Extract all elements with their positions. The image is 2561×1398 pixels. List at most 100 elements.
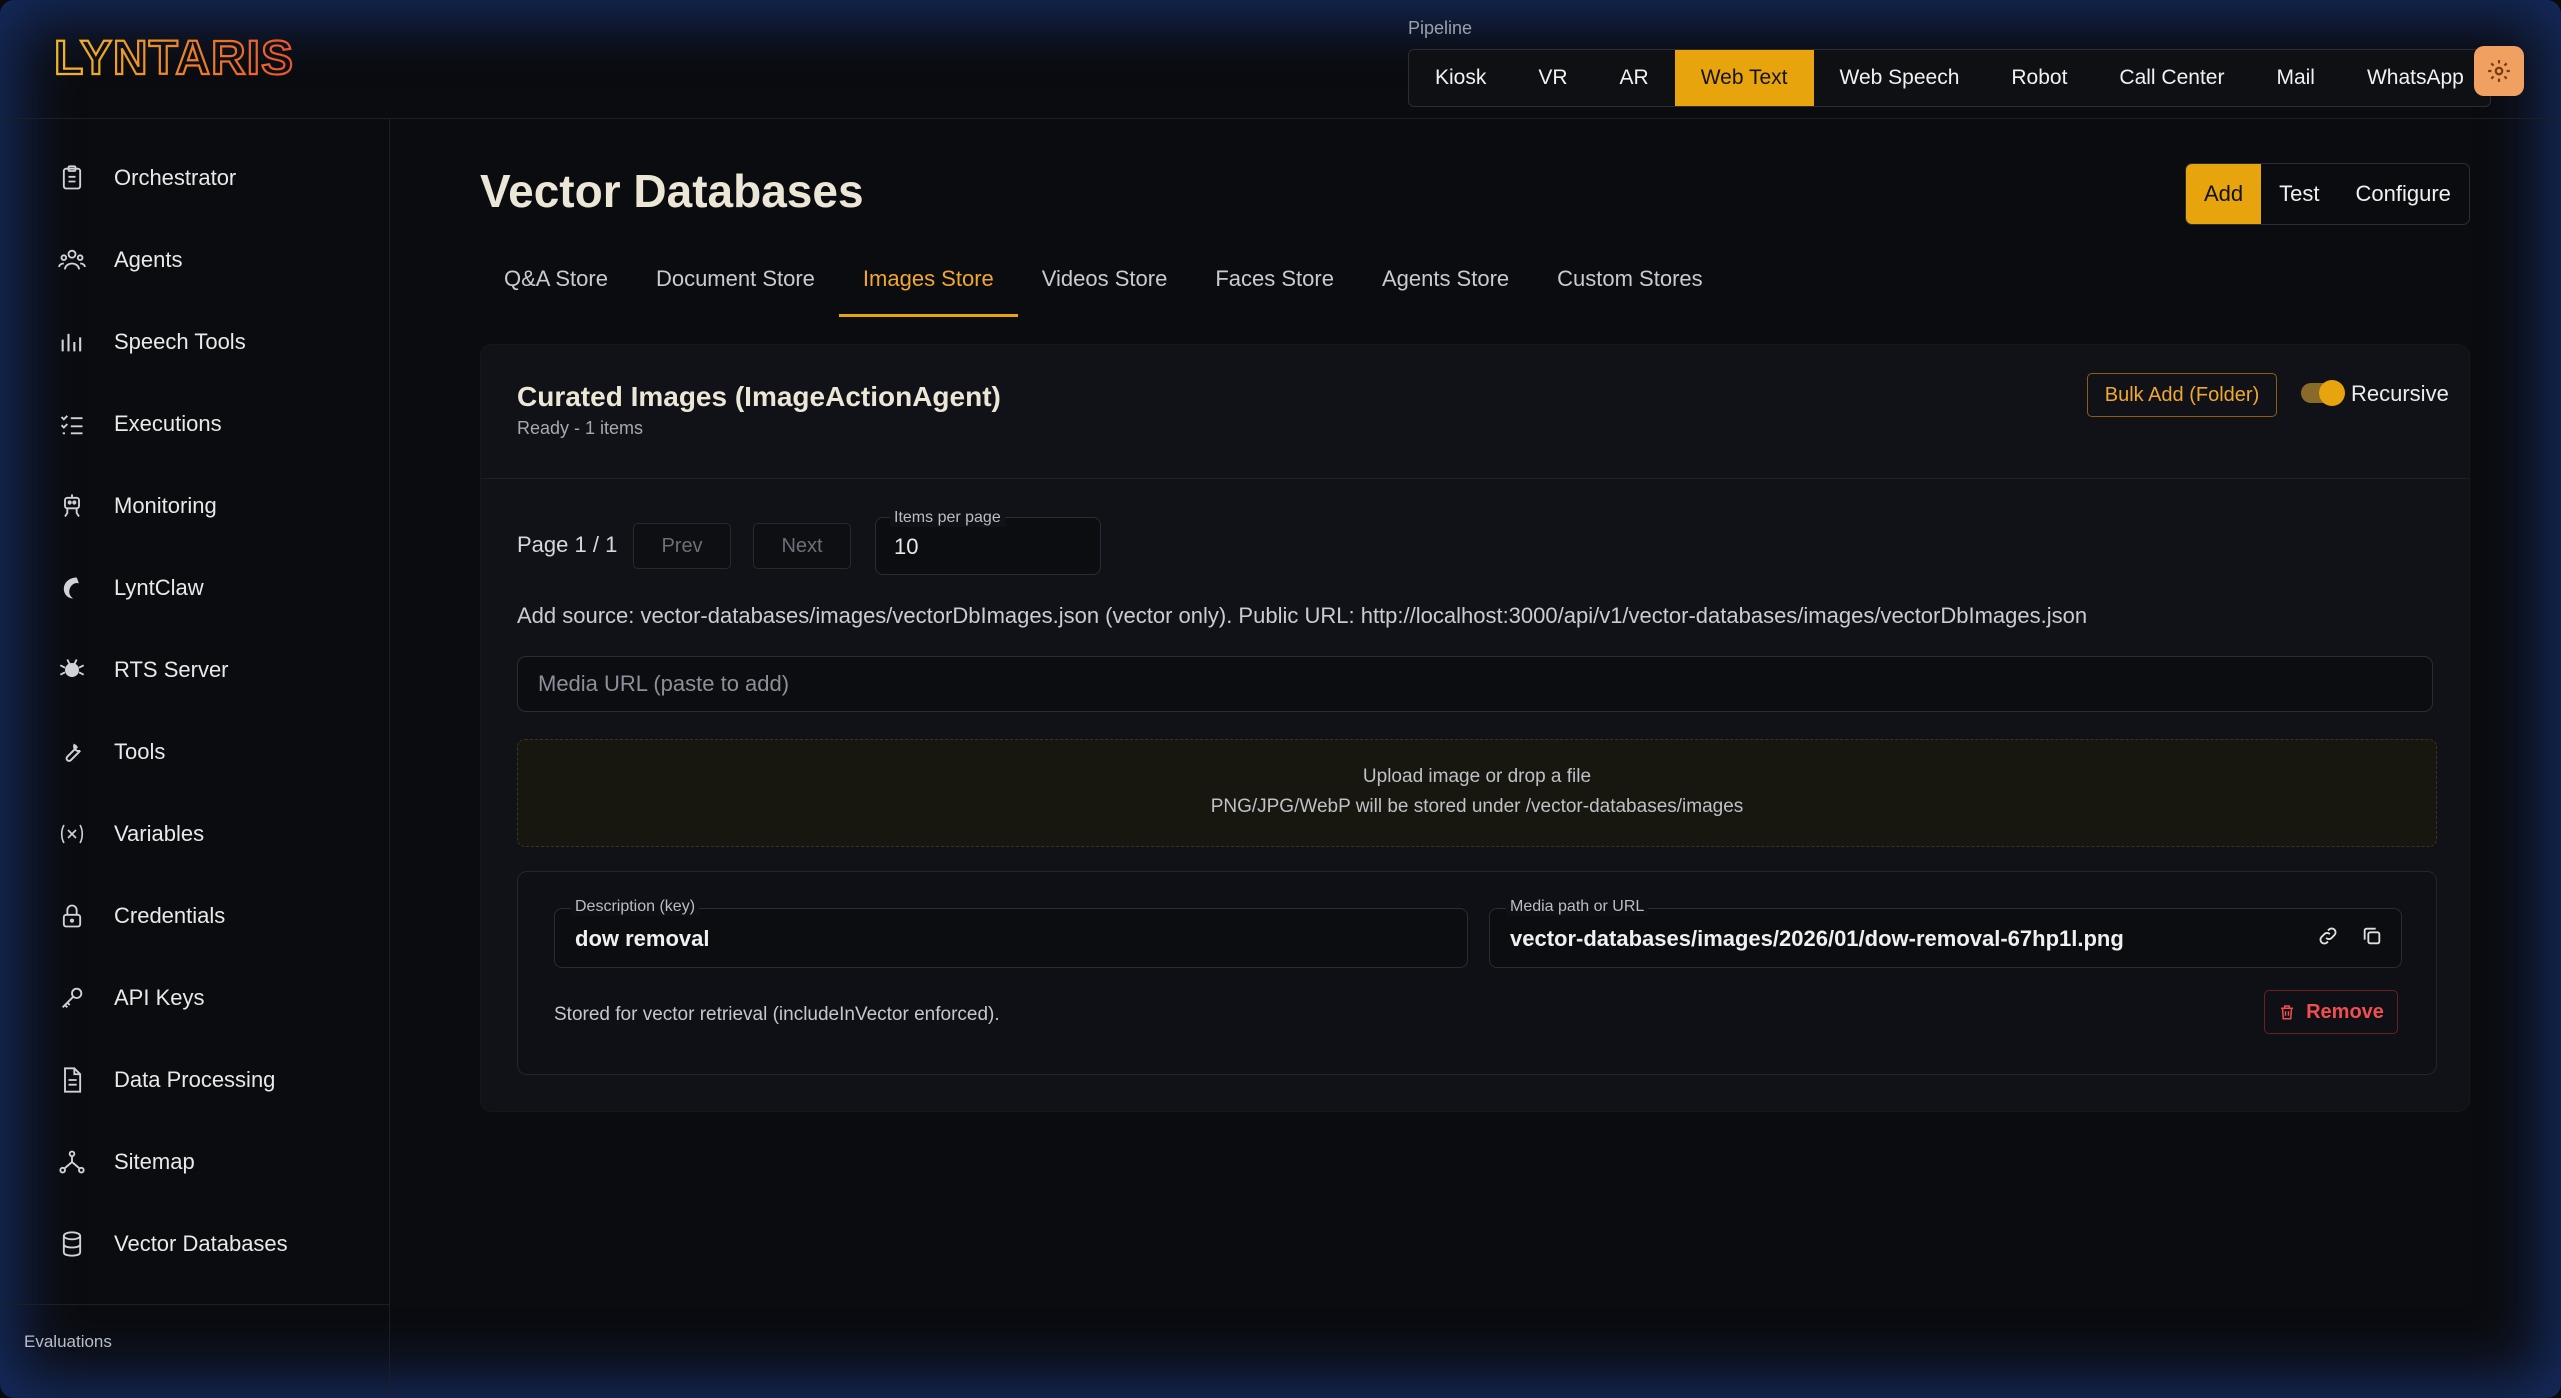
vector-storage-note: Stored for vector retrieval (includeInVe… xyxy=(554,1004,1000,1025)
configure-button[interactable]: Configure xyxy=(2338,164,2469,224)
sidebar-item-api-keys[interactable]: API Keys xyxy=(58,978,204,1018)
prev-button[interactable]: Prev xyxy=(633,523,731,569)
sidebar-item-tools[interactable]: Tools xyxy=(58,732,165,772)
sidebar-item-label: Variables xyxy=(114,821,205,846)
pipeline-tab-call-center[interactable]: Call Center xyxy=(2093,50,2250,106)
pipeline-tabs: Kiosk VR AR Web Text Web Speech Robot Ca… xyxy=(1408,49,2491,107)
card-divider xyxy=(481,478,2469,479)
bulk-add-folder-button[interactable]: Bulk Add (Folder) xyxy=(2087,373,2277,417)
test-button[interactable]: Test xyxy=(2261,164,2337,224)
pipeline-tab-ar[interactable]: AR xyxy=(1594,50,1675,106)
sidebar-item-label: Tools xyxy=(114,739,166,764)
tab-document-store[interactable]: Document Store xyxy=(632,254,839,314)
clipboard-icon xyxy=(58,163,92,193)
list-item: Description (key) dow removal Media path… xyxy=(517,871,2437,1075)
sidebar-item-label: Monitoring xyxy=(114,493,217,518)
pipeline-tab-web-speech[interactable]: Web Speech xyxy=(1814,50,1986,106)
users-icon xyxy=(58,245,92,275)
database-icon xyxy=(58,1229,92,1259)
svg-text:LYNTARIS: LYNTARIS xyxy=(54,32,294,85)
sidebar-item-variables[interactable]: Variables xyxy=(58,814,204,854)
sitemap-icon xyxy=(58,1147,92,1177)
items-per-page-field[interactable]: Items per page 10 xyxy=(875,509,1101,575)
pipeline-label: Pipeline xyxy=(1408,18,1473,38)
card-status: Ready - 1 items xyxy=(517,418,644,438)
page-actions: Add Test Configure xyxy=(2185,163,2470,225)
items-per-page-value: 10 xyxy=(894,534,919,559)
sidebar-item-data-processing[interactable]: Data Processing xyxy=(58,1060,275,1100)
bar-chart-icon xyxy=(58,327,92,357)
top-bar: LYNTARIS Pipeline Kiosk VR AR Web Text W… xyxy=(0,0,2561,119)
sidebar-divider xyxy=(0,1304,389,1305)
tab-images-store[interactable]: Images Store xyxy=(838,254,1018,317)
items-per-page-label: Items per page xyxy=(890,509,1005,527)
sidebar-item-label: Executions xyxy=(114,411,222,436)
media-url-input[interactable]: Media URL (paste to add) xyxy=(517,656,2433,712)
sidebar-item-executions[interactable]: Executions xyxy=(58,404,222,444)
app-window: LYNTARIS Pipeline Kiosk VR AR Web Text W… xyxy=(0,0,2561,1398)
tab-custom-stores[interactable]: Custom Stores xyxy=(1533,254,1727,314)
claw-icon xyxy=(58,573,92,603)
sidebar-item-label: Credentials xyxy=(114,903,226,928)
sidebar-item-rts-server[interactable]: RTS Server xyxy=(58,650,229,690)
description-value: dow removal xyxy=(575,926,710,951)
page-title: Vector Databases xyxy=(480,165,864,217)
pipeline-tab-kiosk[interactable]: Kiosk xyxy=(1409,50,1512,106)
sidebar-item-lyntclaw[interactable]: LyntClaw xyxy=(58,568,204,608)
variable-icon xyxy=(58,819,92,849)
dropzone-hint: PNG/JPG/WebP will be stored under /vecto… xyxy=(1210,796,1744,817)
settings-button[interactable] xyxy=(2474,46,2524,96)
sidebar: Orchestrator Agents Speech Tools Executi… xyxy=(0,119,390,1398)
toggle-knob xyxy=(2319,380,2345,406)
document-icon xyxy=(58,1065,92,1095)
pipeline-tab-vr[interactable]: VR xyxy=(1512,50,1593,106)
add-button[interactable]: Add xyxy=(2186,164,2262,224)
copy-icon[interactable] xyxy=(2361,925,2383,947)
lock-icon xyxy=(58,901,92,931)
sidebar-item-orchestrator[interactable]: Orchestrator xyxy=(58,158,236,198)
tab-videos-store[interactable]: Videos Store xyxy=(1018,254,1192,314)
sidebar-item-label: RTS Server xyxy=(114,657,229,682)
pipeline-tab-web-text[interactable]: Web Text xyxy=(1674,50,1814,106)
add-source-text: Add source: vector-databases/images/vect… xyxy=(517,603,2088,628)
lyntaris-logo: LYNTARIS xyxy=(53,31,294,86)
sidebar-item-monitoring[interactable]: Monitoring xyxy=(58,486,217,526)
store-tabs: Q&A Store Document Store Images Store Vi… xyxy=(480,254,1727,317)
media-path-value: vector-databases/images/2026/01/dow-remo… xyxy=(1510,926,2124,951)
sidebar-item-label: Agents xyxy=(114,247,183,272)
server-icon xyxy=(58,655,92,685)
list-check-icon xyxy=(58,409,92,439)
media-path-label: Media path or URL xyxy=(1506,898,1649,916)
tab-qa-store[interactable]: Q&A Store xyxy=(480,254,632,314)
description-field[interactable]: Description (key) dow removal xyxy=(554,898,1468,968)
dropzone-title: Upload image or drop a file xyxy=(1362,766,1592,787)
next-button[interactable]: Next xyxy=(753,523,851,569)
sidebar-item-agents[interactable]: Agents xyxy=(58,240,183,280)
remove-button[interactable]: Remove xyxy=(2264,990,2398,1034)
sidebar-item-label: API Keys xyxy=(114,985,205,1010)
images-store-card: Curated Images (ImageActionAgent) Ready … xyxy=(480,344,2470,1112)
description-label: Description (key) xyxy=(571,898,700,916)
sidebar-item-sitemap[interactable]: Sitemap xyxy=(58,1142,195,1182)
card-title: Curated Images (ImageActionAgent) xyxy=(517,381,1001,412)
remove-label: Remove xyxy=(2306,1001,2384,1023)
tab-agents-store[interactable]: Agents Store xyxy=(1358,254,1533,314)
trash-icon xyxy=(2281,1005,2294,1020)
recursive-toggle[interactable] xyxy=(2301,380,2345,406)
pipeline-tab-robot[interactable]: Robot xyxy=(1985,50,2093,106)
pipeline-tab-mail[interactable]: Mail xyxy=(2250,50,2341,106)
recursive-label: Recursive xyxy=(2351,381,2449,406)
sidebar-item-credentials[interactable]: Credentials xyxy=(58,896,225,936)
upload-dropzone[interactable]: Upload image or drop a file PNG/JPG/WebP… xyxy=(517,739,2437,847)
key-icon xyxy=(58,983,92,1013)
tab-faces-store[interactable]: Faces Store xyxy=(1191,254,1358,314)
sidebar-item-label: Data Processing xyxy=(114,1067,276,1092)
gear-icon xyxy=(2488,60,2510,82)
sidebar-item-label: Speech Tools xyxy=(114,329,246,354)
link-icon[interactable] xyxy=(2317,925,2339,947)
sidebar-item-speech-tools[interactable]: Speech Tools xyxy=(58,322,246,362)
sidebar-section-evaluations: Evaluations xyxy=(24,1332,112,1351)
sidebar-item-vector-databases[interactable]: Vector Databases xyxy=(58,1224,288,1264)
pipeline-tab-whatsapp[interactable]: WhatsApp xyxy=(2341,50,2490,106)
media-path-field[interactable]: Media path or URL vector-databases/image… xyxy=(1489,898,2402,968)
